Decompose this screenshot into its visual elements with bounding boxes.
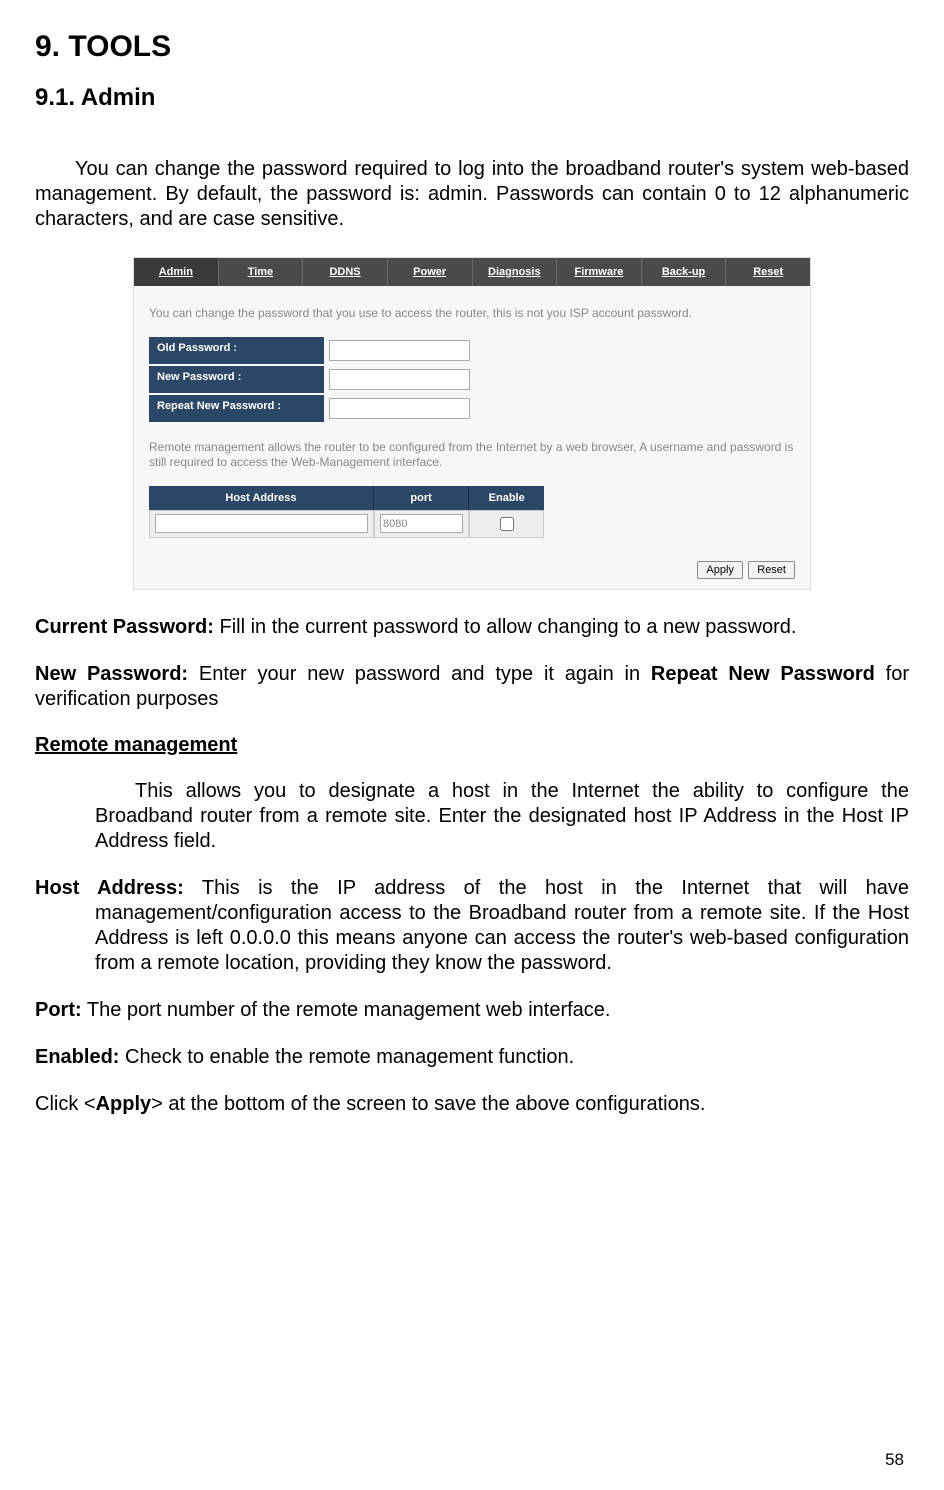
host-address-input[interactable] — [155, 514, 368, 533]
th-enable: Enable — [469, 486, 544, 510]
old-password-label: Old Password : — [149, 337, 324, 364]
def-port: Port: The port number of the remote mana… — [35, 998, 909, 1023]
remote-management-heading: Remote management — [35, 734, 909, 757]
tab-time[interactable]: Time — [219, 258, 304, 286]
tab-backup[interactable]: Back-up — [642, 258, 727, 286]
th-port: port — [374, 486, 470, 510]
click-apply-note: Click <Apply> at the bottom of the scree… — [35, 1092, 909, 1117]
port-input[interactable] — [380, 514, 463, 533]
new-password-input[interactable] — [329, 369, 470, 390]
tab-diagnosis[interactable]: Diagnosis — [473, 258, 558, 286]
def-enabled: Enabled: Check to enable the remote mana… — [35, 1045, 909, 1070]
tab-ddns[interactable]: DDNS — [303, 258, 388, 286]
tab-admin[interactable]: Admin — [134, 258, 219, 286]
tab-reset[interactable]: Reset — [726, 258, 810, 286]
repeat-password-label: Repeat New Password : — [149, 395, 324, 422]
apply-button[interactable]: Apply — [697, 561, 743, 579]
reset-button[interactable]: Reset — [748, 561, 795, 579]
def-new-password: New Password: Enter your new password an… — [35, 662, 909, 712]
router-admin-screenshot: Admin Time DDNS Power Diagnosis Firmware… — [133, 257, 811, 590]
repeat-password-input[interactable] — [329, 398, 470, 419]
help-text-password: You can change the password that you use… — [149, 306, 795, 322]
tab-power[interactable]: Power — [388, 258, 473, 286]
th-host-address: Host Address — [149, 486, 374, 510]
intro-paragraph: You can change the password required to … — [35, 157, 909, 232]
help-text-remote: Remote management allows the router to b… — [149, 440, 795, 471]
new-password-label: New Password : — [149, 366, 324, 393]
tab-firmware[interactable]: Firmware — [557, 258, 642, 286]
old-password-input[interactable] — [329, 340, 470, 361]
def-host-address: Host Address: This is the IP address of … — [35, 876, 909, 976]
page-number: 58 — [885, 1450, 904, 1470]
enable-checkbox[interactable] — [500, 517, 514, 531]
section-title: 9.1. Admin — [35, 84, 909, 112]
remote-management-body: This allows you to designate a host in t… — [35, 779, 909, 854]
tab-bar: Admin Time DDNS Power Diagnosis Firmware… — [134, 258, 810, 286]
def-current-password: Current Password: Fill in the current pa… — [35, 615, 909, 640]
page-title: 9. TOOLS — [35, 30, 909, 64]
